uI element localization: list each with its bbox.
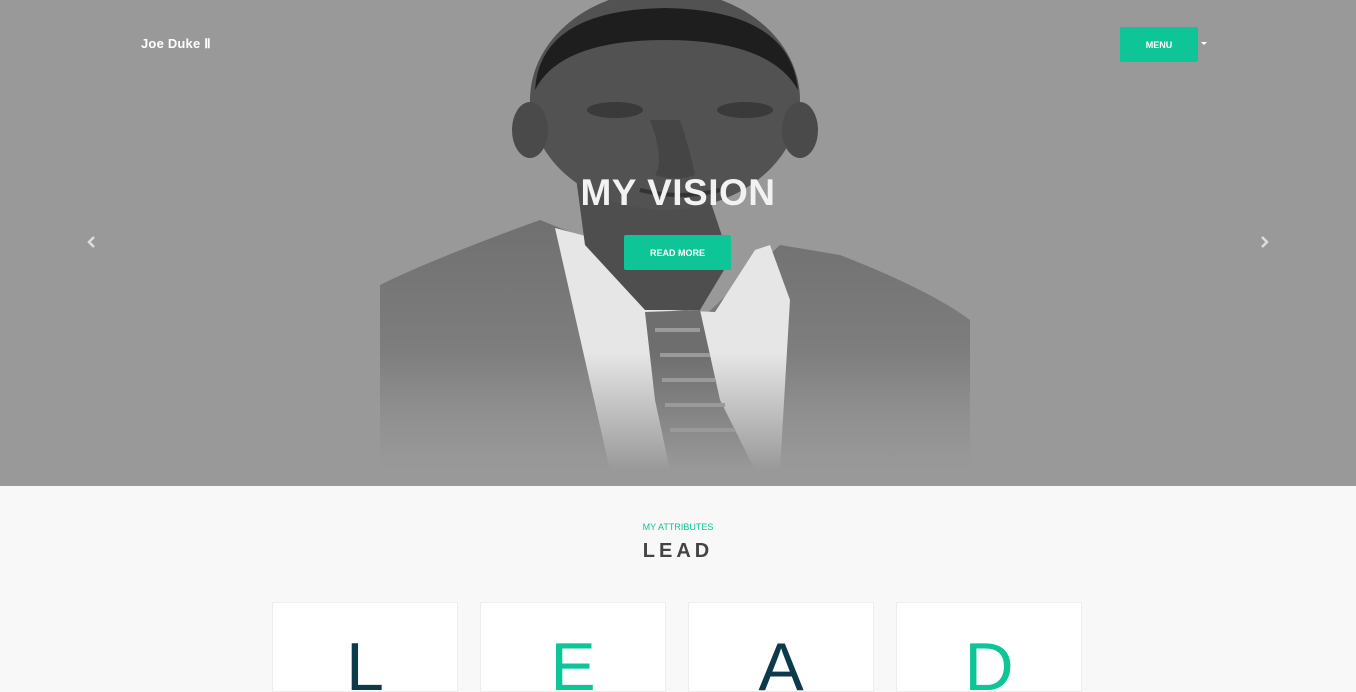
hero-title: MY VISION <box>580 172 776 213</box>
card-letter: D <box>964 629 1014 692</box>
section-kicker: MY ATTRIBUTES <box>642 522 714 532</box>
chevron-left-icon[interactable] <box>82 232 102 252</box>
attribute-card-d[interactable]: D <box>896 602 1082 692</box>
section-title: LEAD <box>642 540 714 562</box>
card-letter: A <box>758 629 804 692</box>
menu-button[interactable]: MENU <box>1120 27 1198 62</box>
hero-carousel: Joe Duke Ⅱ MENU MY VISION READ MORE <box>0 0 1356 486</box>
card-letter: E <box>550 629 596 692</box>
chevron-right-icon[interactable] <box>1254 232 1274 252</box>
attribute-card-l[interactable]: L <box>272 602 458 692</box>
read-more-button[interactable]: READ MORE <box>624 235 731 270</box>
caret-down-icon[interactable] <box>1201 42 1207 45</box>
attribute-card-e[interactable]: E <box>480 602 666 692</box>
card-letter: L <box>346 629 384 692</box>
attribute-card-a[interactable]: A <box>688 602 874 692</box>
brand-logo[interactable]: Joe Duke Ⅱ <box>141 36 211 52</box>
